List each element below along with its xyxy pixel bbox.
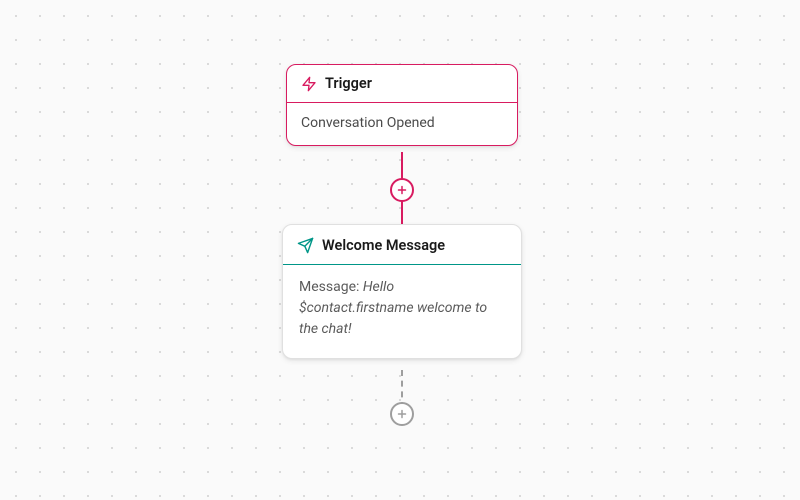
add-step-button-secondary[interactable]	[390, 402, 414, 426]
add-step-button-primary[interactable]	[390, 178, 414, 202]
trigger-node[interactable]: Trigger Conversation Opened	[286, 64, 518, 146]
trigger-header: Trigger	[287, 65, 517, 103]
workflow-canvas[interactable]: Trigger Conversation Opened Welcome Mess…	[0, 0, 800, 500]
lightning-icon	[301, 76, 317, 92]
action-body: Message: Hello $contact.firstname welcom…	[283, 265, 521, 358]
action-header: Welcome Message	[283, 225, 521, 265]
action-title: Welcome Message	[322, 237, 445, 254]
action-node[interactable]: Welcome Message Message: Hello $contact.…	[282, 224, 522, 359]
send-icon	[297, 237, 314, 254]
message-label: Message:	[299, 279, 359, 295]
trigger-title: Trigger	[325, 75, 372, 92]
trigger-event: Conversation Opened	[287, 103, 517, 145]
